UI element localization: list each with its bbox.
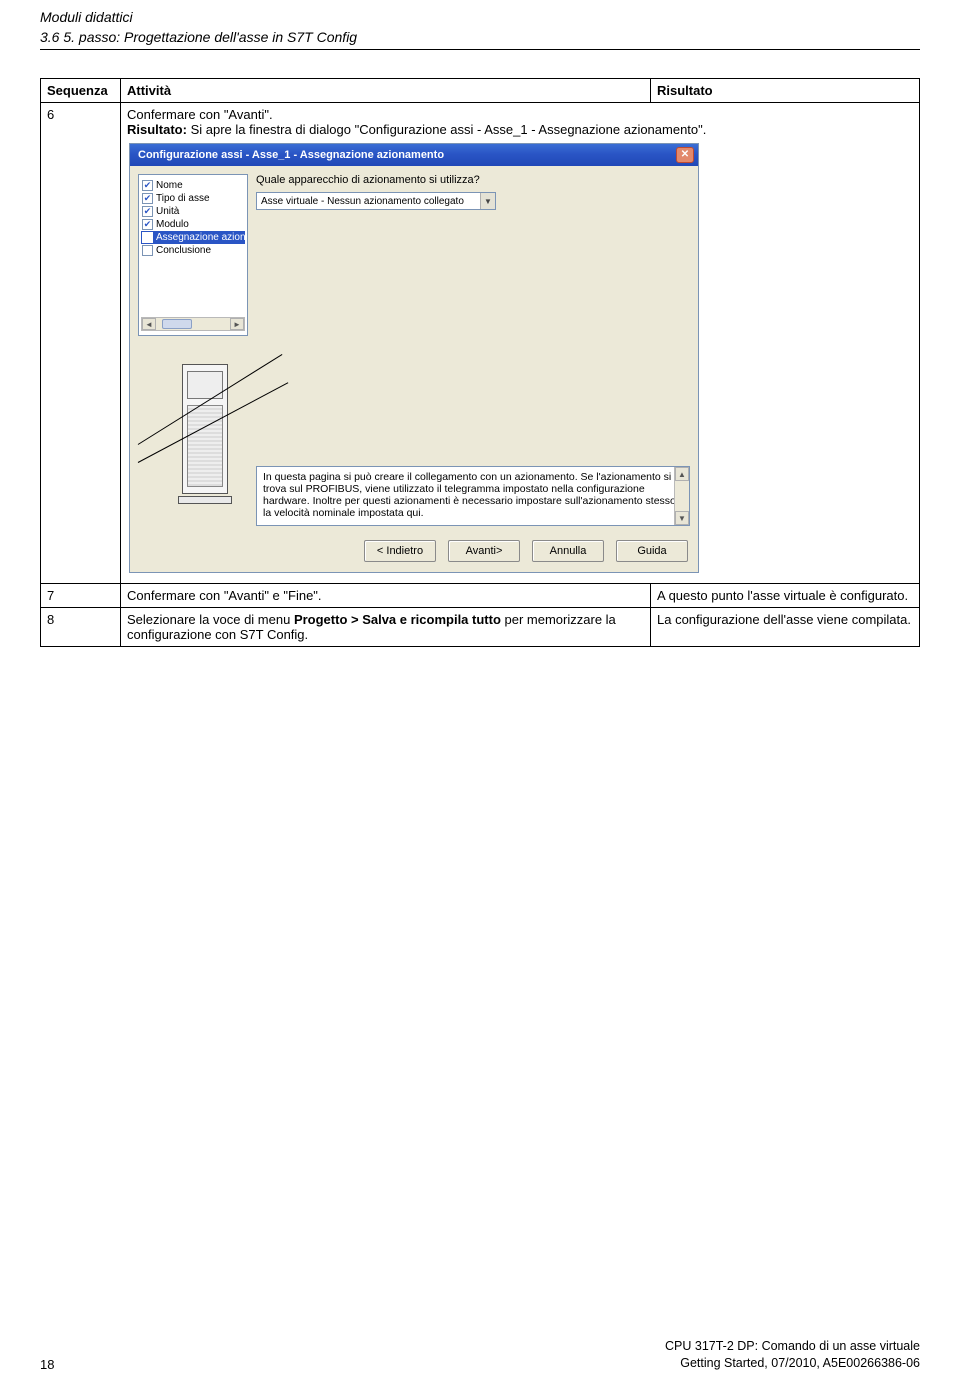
dialog-info-box: In questa pagina si può creare il colleg… [256, 466, 690, 526]
wizard-step-conclusione[interactable]: Conclusione [141, 244, 245, 257]
col-header-sequenza: Sequenza [41, 79, 121, 103]
scroll-up-icon[interactable]: ▲ [675, 467, 689, 481]
wizard-step-tipo[interactable]: ✔Tipo di asse [141, 192, 245, 205]
drive-select[interactable]: Asse virtuale - Nessun azionamento colle… [256, 192, 496, 210]
row6-activity-1: Confermare con "Avanti". [127, 107, 913, 122]
activity-cell: Confermare con "Avanti" e "Fine". [121, 584, 651, 608]
drive-illustration [138, 356, 248, 526]
dialog-button-bar: < Indietro Avanti> Annulla Guida [130, 534, 698, 572]
footer-right: CPU 317T-2 DP: Comando di un asse virtua… [665, 1338, 920, 1372]
dialog-right-panel: Quale apparecchio di azionamento si util… [256, 174, 690, 526]
table-row: 7 Confermare con "Avanti" e "Fine". A qu… [41, 584, 920, 608]
info-scrollbar[interactable]: ▲ ▼ [674, 467, 689, 525]
page-footer: 18 CPU 317T-2 DP: Comando di un asse vir… [40, 1338, 920, 1372]
row6-activity-2-rest: Si apre la finestra di dialogo "Configur… [187, 122, 706, 137]
row8-activity-pre: Selezionare la voce di menu [127, 612, 294, 627]
seq-cell: 8 [41, 608, 121, 647]
uncheck-icon [142, 232, 153, 243]
help-button[interactable]: Guida [616, 540, 688, 562]
row6-activity-2: Risultato: Si apre la finestra di dialog… [127, 122, 913, 137]
cancel-button[interactable]: Annulla [532, 540, 604, 562]
page-number: 18 [40, 1357, 54, 1372]
drive-base-icon [178, 496, 232, 504]
footer-line1: CPU 317T-2 DP: Comando di un asse virtua… [665, 1338, 920, 1355]
chevron-down-icon[interactable]: ▼ [480, 193, 495, 209]
wizard-step-label: Conclusione [156, 245, 211, 256]
scroll-left-icon[interactable]: ◄ [142, 318, 156, 330]
activity-cell: Selezionare la voce di menu Progetto > S… [121, 608, 651, 647]
check-icon: ✔ [142, 193, 153, 204]
check-icon: ✔ [142, 180, 153, 191]
table-row: 8 Selezionare la voce di menu Progetto >… [41, 608, 920, 647]
wizard-step-label: Assegnazione azionam [156, 232, 245, 243]
drive-box-icon [182, 364, 228, 494]
dialog-left-panel: ✔Nome ✔Tipo di asse ✔Unità ✔Modulo Asseg… [138, 174, 248, 526]
wizard-step-nome[interactable]: ✔Nome [141, 179, 245, 192]
header-separator [40, 49, 920, 50]
scroll-thumb[interactable] [162, 319, 192, 329]
procedure-table: Sequenza Attività Risultato 6 Confermare… [40, 78, 920, 647]
close-icon: ✕ [681, 150, 689, 160]
uncheck-icon [142, 245, 153, 256]
seq-cell: 7 [41, 584, 121, 608]
wizard-step-label: Unità [156, 206, 179, 217]
back-button[interactable]: < Indietro [364, 540, 436, 562]
footer-line2: Getting Started, 07/2010, A5E00266386-06 [665, 1355, 920, 1372]
wizard-step-modulo[interactable]: ✔Modulo [141, 218, 245, 231]
wizard-steps-scrollbar[interactable]: ◄ ► [141, 317, 245, 331]
check-icon: ✔ [142, 206, 153, 217]
scroll-right-icon[interactable]: ► [230, 318, 244, 330]
col-header-attivita: Attività [121, 79, 651, 103]
wizard-step-unita[interactable]: ✔Unità [141, 205, 245, 218]
row8-activity-bold: Progetto > Salva e ricompila tutto [294, 612, 501, 627]
dialog-body: ✔Nome ✔Tipo di asse ✔Unità ✔Modulo Asseg… [130, 166, 698, 534]
dialog-titlebar: Configurazione assi - Asse_1 - Assegnazi… [130, 144, 698, 166]
dialog-screenshot: Configurazione assi - Asse_1 - Assegnazi… [127, 137, 913, 579]
wizard-step-label: Tipo di asse [156, 193, 210, 204]
col-header-risultato: Risultato [651, 79, 920, 103]
dialog-question: Quale apparecchio di azionamento si util… [256, 174, 690, 186]
seq-cell: 6 [41, 103, 121, 584]
doc-section-module: Moduli didattici [40, 8, 920, 28]
check-icon: ✔ [142, 219, 153, 230]
table-row: 6 Confermare con "Avanti". Risultato: Si… [41, 103, 920, 584]
next-button[interactable]: Avanti> [448, 540, 520, 562]
doc-section-step: 3.6 5. passo: Progettazione dell'asse in… [40, 28, 920, 48]
close-button[interactable]: ✕ [676, 147, 694, 163]
row6-activity-2-prefix: Risultato: [127, 122, 187, 137]
wizard-step-label: Modulo [156, 219, 189, 230]
scroll-down-icon[interactable]: ▼ [675, 511, 689, 525]
wizard-step-assegnazione[interactable]: Assegnazione azionam [141, 231, 245, 244]
wizard-step-label: Nome [156, 180, 183, 191]
result-cell: A questo punto l'asse virtuale è configu… [651, 584, 920, 608]
dialog-info-text: In questa pagina si può creare il colleg… [263, 471, 676, 519]
result-cell: La configurazione dell'asse viene compil… [651, 608, 920, 647]
dialog-window: Configurazione assi - Asse_1 - Assegnazi… [129, 143, 699, 573]
wizard-steps-list: ✔Nome ✔Tipo di asse ✔Unità ✔Modulo Asseg… [138, 174, 248, 336]
dialog-title: Configurazione assi - Asse_1 - Assegnazi… [138, 149, 676, 161]
drive-select-value: Asse virtuale - Nessun azionamento colle… [257, 196, 480, 207]
activity-cell: Confermare con "Avanti". Risultato: Si a… [121, 103, 920, 584]
